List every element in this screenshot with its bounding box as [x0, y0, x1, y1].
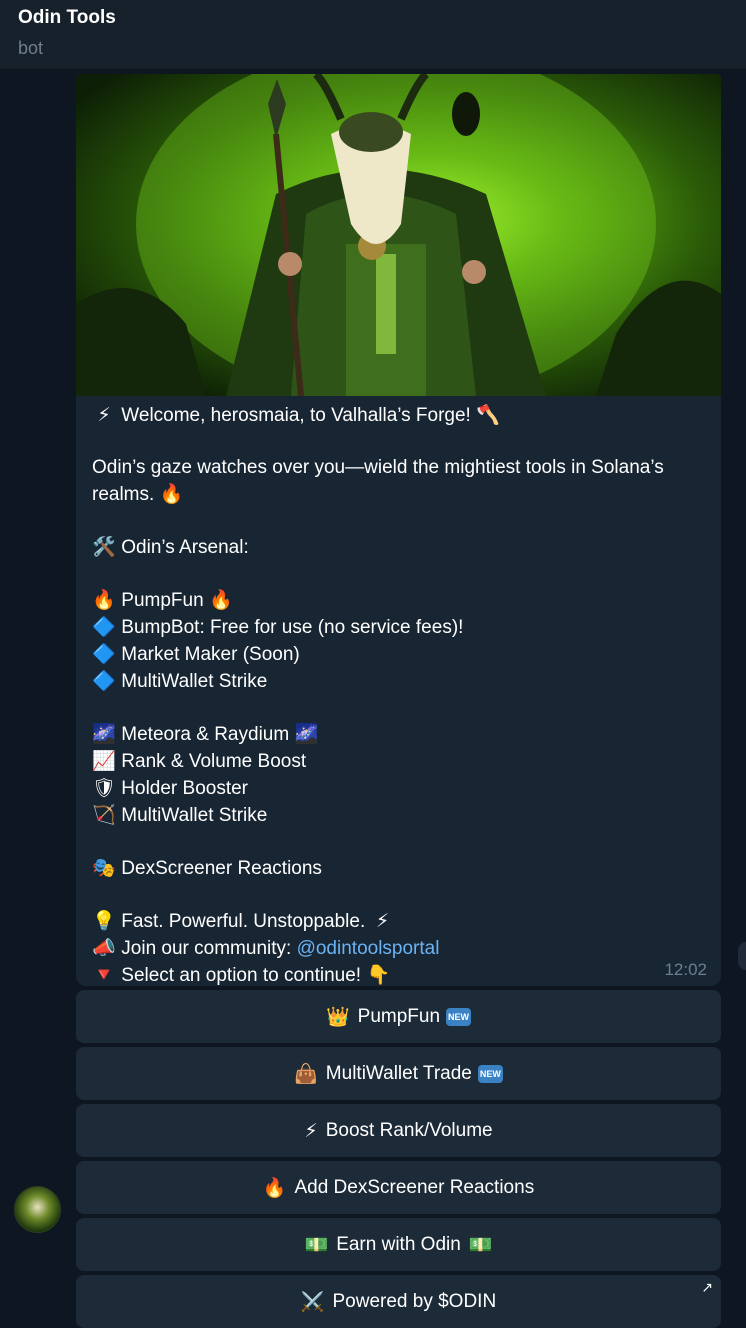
masks-icon: 🎭	[92, 857, 116, 879]
powered-by-odin-button[interactable]: ⚔️ Powered by $ODIN ↗	[76, 1275, 721, 1328]
lightning-icon: ⚡	[97, 404, 111, 426]
hero-image	[76, 74, 721, 396]
fast-line: 💡 Fast. Powerful. Unstoppable. ⚡	[92, 908, 705, 935]
lightning-icon: ⚡	[304, 1119, 318, 1142]
money-icon: 💵	[304, 1234, 329, 1256]
chart-up-icon: 📈	[92, 750, 116, 772]
new-badge: NEW	[477, 1064, 503, 1083]
blue-diamond-icon: 🔷	[92, 616, 116, 638]
fire-icon: 🔥	[209, 589, 233, 611]
shield-icon: 🛡	[92, 777, 117, 799]
lightbulb-icon: 💡	[92, 910, 116, 932]
crossed-swords-icon: ⚔️	[300, 1291, 325, 1313]
holder-line: 🛡 Holder Booster	[92, 777, 249, 799]
earn-with-odin-button[interactable]: 💵 Earn with Odin 💵	[76, 1218, 721, 1271]
multiwallet-line-1: 🔷 MultiWallet Strike	[92, 670, 268, 692]
message-text: ⚡ Welcome, herosmaia, to Valhalla’s Forg…	[76, 396, 721, 986]
boost-rank-volume-button[interactable]: ⚡ Boost Rank/Volume	[76, 1104, 721, 1157]
scroll-to-bottom[interactable]	[738, 942, 746, 970]
message-bubble: ⚡ Welcome, herosmaia, to Valhalla’s Forg…	[76, 74, 721, 986]
intro-line: Odin’s gaze watches over you—wield the m…	[92, 457, 664, 505]
blue-diamond-icon: 🔷	[92, 643, 116, 665]
market-maker-line: 🔷 Market Maker (Soon)	[92, 643, 300, 665]
fire-icon: 🔥	[159, 483, 184, 505]
multiwallet-line-2: 🏹 MultiWallet Strike	[92, 804, 268, 826]
bow-arrow-icon: 🏹	[92, 804, 116, 826]
select-line: 🔻 Select an option to continue! 👇	[92, 964, 391, 986]
crown-icon: 👑	[325, 1006, 350, 1028]
pumpfun-line: 🔥 PumpFun 🔥	[92, 589, 233, 611]
welcome-line: ⚡ Welcome, herosmaia, to Valhalla’s Forg…	[92, 402, 705, 429]
arsenal-heading: 🛠️ Odin’s Arsenal:	[92, 536, 249, 558]
external-link-icon: ↗	[701, 1279, 713, 1295]
bumpbot-line: 🔷 BumpBot: Free for use (no service fees…	[92, 616, 464, 638]
money-icon: 💵	[468, 1234, 493, 1256]
dexscreener-line: 🎭 DexScreener Reactions	[92, 857, 322, 879]
message-time: 12:02	[664, 960, 707, 979]
galaxy-icon: 🌌	[294, 723, 319, 745]
galaxy-icon: 🌌	[92, 723, 116, 745]
tools-icon: 🛠️	[92, 536, 116, 558]
red-triangle-icon: 🔻	[92, 964, 116, 986]
lightning-icon: ⚡	[375, 910, 390, 932]
megaphone-icon: 📣	[92, 937, 116, 959]
chat-subtitle: bot	[18, 38, 44, 58]
pumpfun-button[interactable]: 👑 PumpFun NEW	[76, 990, 721, 1043]
blue-diamond-icon: 🔷	[92, 670, 116, 692]
axe-icon: 🪓	[476, 404, 500, 426]
fire-icon: 🔥	[92, 589, 116, 611]
chat-area: ⚡ Welcome, herosmaia, to Valhalla’s Forg…	[0, 70, 746, 1328]
multiwallet-trade-button[interactable]: 👜 MultiWallet Trade NEW	[76, 1047, 721, 1100]
new-badge: NEW	[446, 1007, 472, 1026]
join-line: 📣 Join our community: @odintoolsportal	[92, 937, 440, 959]
pointing-down-icon: 👇	[366, 964, 391, 986]
rank-line: 📈 Rank & Volume Boost	[92, 750, 307, 772]
chat-title: Odin Tools	[18, 7, 116, 28]
fire-icon: 🔥	[262, 1177, 287, 1199]
chat-header[interactable]: Odin Tools bot	[0, 0, 746, 70]
handbag-icon: 👜	[294, 1063, 318, 1085]
dexscreener-reactions-button[interactable]: 🔥 Add DexScreener Reactions	[76, 1161, 721, 1214]
meteora-line: 🌌 Meteora & Raydium 🌌	[92, 723, 319, 745]
community-link[interactable]: @odintoolsportal	[297, 938, 440, 959]
bot-avatar[interactable]	[14, 1186, 61, 1233]
